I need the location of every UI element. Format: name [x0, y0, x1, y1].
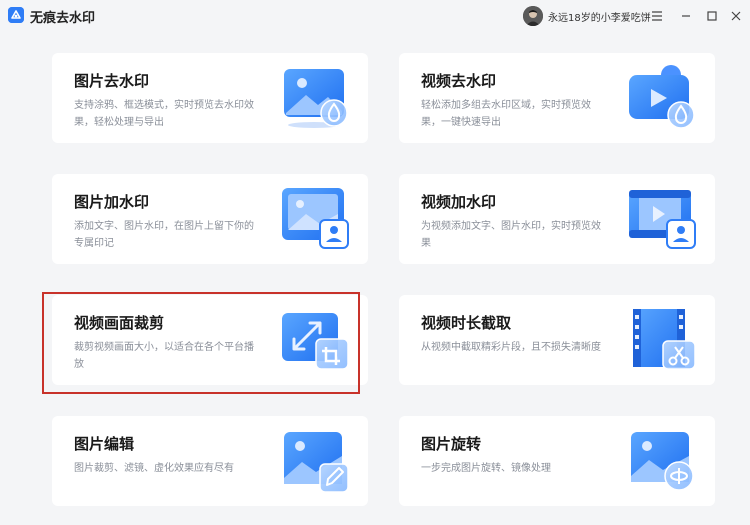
username[interactable]: 永远18岁的小李爱吃饼 [548, 9, 651, 24]
card-image-remove-watermark[interactable]: 图片去水印 支持涂鸦、框选模式，实时预览去水印效果，轻松处理与导出 [52, 53, 368, 143]
card-description: 支持涂鸦、框选模式，实时预览去水印效果，轻松处理与导出 [74, 100, 254, 128]
video-trim-icon [623, 305, 699, 375]
card-video-add-watermark[interactable]: 视频加水印 为视频添加文字、图片水印，实时预览效果 [399, 174, 715, 264]
card-title: 视频画面裁剪 [74, 314, 165, 332]
card-title: 图片加水印 [74, 193, 150, 211]
title-bar: 无痕去水印 永远18岁的小李爱吃饼 [0, 0, 750, 32]
card-description: 为视频添加文字、图片水印，实时预览效果 [421, 221, 601, 249]
card-description: 图片裁剪、滤镜、虚化效果应有尽有 [74, 463, 234, 474]
card-title: 视频时长截取 [421, 314, 512, 332]
card-video-crop[interactable]: 视频画面裁剪 裁剪视频画面大小，以适合在各个平台播放 [52, 295, 368, 385]
card-description: 一步完成图片旋转、镜像处理 [421, 463, 551, 474]
image-remove-watermark-icon [276, 63, 352, 133]
card-title: 视频加水印 [421, 193, 497, 211]
card-video-remove-watermark[interactable]: 视频去水印 轻松添加多组去水印区域，实时预览效果，一键快速导出 [399, 53, 715, 143]
card-image-add-watermark[interactable]: 图片加水印 添加文字、图片水印，在图片上留下你的专属印记 [52, 174, 368, 264]
card-image-edit[interactable]: 图片编辑 图片裁剪、滤镜、虚化效果应有尽有 [52, 416, 368, 506]
close-icon[interactable] [726, 6, 746, 26]
image-rotate-icon [623, 426, 699, 496]
card-description: 从视频中截取精彩片段，且不损失清晰度 [421, 342, 601, 353]
card-video-trim[interactable]: 视频时长截取 从视频中截取精彩片段，且不损失清晰度 [399, 295, 715, 385]
video-remove-watermark-icon [623, 63, 699, 133]
image-edit-icon [276, 426, 352, 496]
card-title: 视频去水印 [421, 72, 497, 90]
maximize-icon[interactable] [702, 6, 722, 26]
minimize-icon[interactable] [676, 6, 696, 26]
card-title: 图片编辑 [74, 435, 135, 453]
card-title: 图片旋转 [421, 435, 482, 453]
hamburger-menu-icon[interactable] [647, 6, 667, 26]
avatar[interactable] [523, 6, 543, 26]
video-crop-icon [276, 305, 352, 375]
app-title: 无痕去水印 [30, 11, 96, 26]
card-title: 图片去水印 [74, 72, 150, 90]
card-description: 添加文字、图片水印，在图片上留下你的专属印记 [74, 221, 254, 249]
card-description: 轻松添加多组去水印区域，实时预览效果，一键快速导出 [421, 100, 591, 128]
card-image-rotate[interactable]: 图片旋转 一步完成图片旋转、镜像处理 [399, 416, 715, 506]
image-add-watermark-icon [276, 184, 352, 254]
video-add-watermark-icon [623, 184, 699, 254]
card-description: 裁剪视频画面大小，以适合在各个平台播放 [74, 342, 254, 370]
app-logo-icon [8, 7, 24, 23]
